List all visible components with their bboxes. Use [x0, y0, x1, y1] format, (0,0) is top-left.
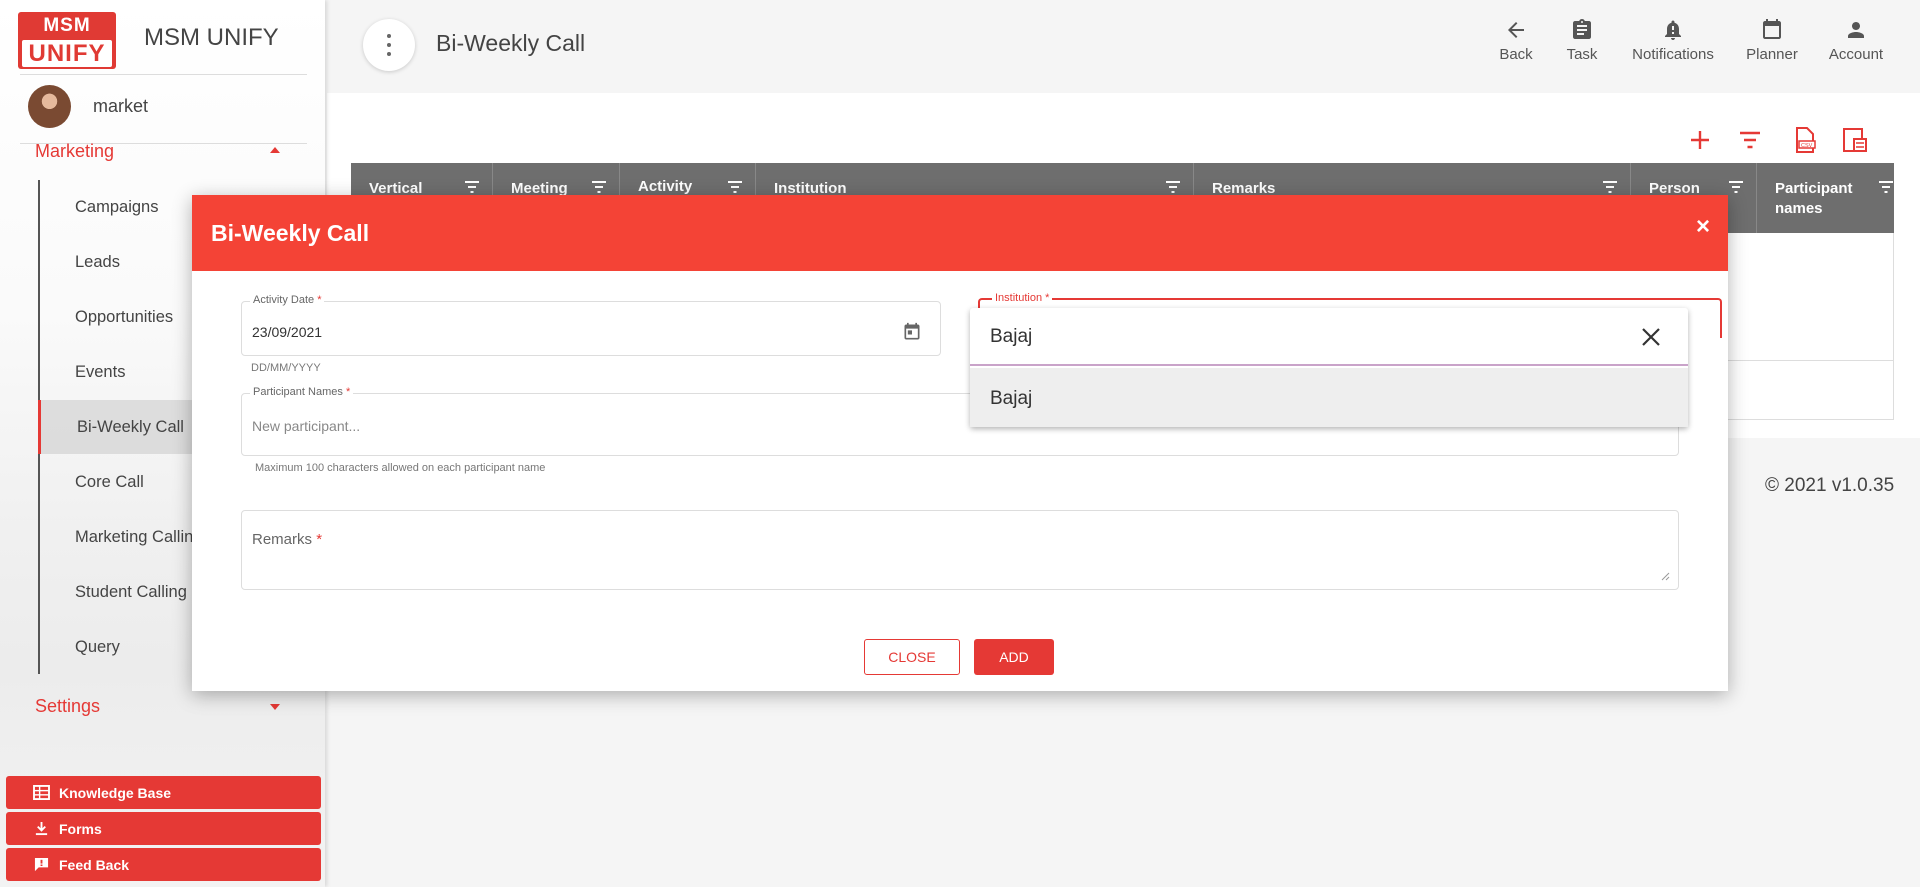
close-icon[interactable]: ×	[1696, 215, 1710, 239]
participant-input[interactable]: New participant...	[252, 418, 360, 434]
institution-search-box	[970, 308, 1688, 366]
institution-search-input[interactable]	[990, 324, 1590, 350]
activity-date-hint: DD/MM/YYYY	[251, 362, 321, 374]
activity-date-value: 23/09/2021	[252, 324, 323, 340]
clear-icon[interactable]	[1640, 326, 1662, 348]
remarks-field[interactable]: Remarks *	[241, 510, 1679, 590]
dropdown-option[interactable]: Bajaj	[970, 368, 1688, 427]
calendar-icon[interactable]	[902, 322, 922, 342]
participant-names-label: Participant Names *	[250, 386, 354, 398]
resize-handle-icon[interactable]	[1660, 571, 1670, 581]
participant-names-hint: Maximum 100 characters allowed on each p…	[255, 462, 546, 474]
bi-weekly-call-dialog: Bi-Weekly Call × Activity Date * 23/09/2…	[192, 195, 1728, 691]
remarks-label: Remarks *	[252, 531, 323, 548]
dropdown-option-label: Bajaj	[990, 388, 1033, 409]
add-button[interactable]: ADD	[974, 639, 1054, 675]
activity-date-field[interactable]: Activity Date * 23/09/2021	[241, 294, 941, 356]
activity-date-label: Activity Date *	[250, 294, 325, 306]
institution-label: Institution *	[992, 292, 1053, 304]
dialog-header: Bi-Weekly Call ×	[192, 195, 1728, 271]
dialog-title: Bi-Weekly Call	[211, 220, 370, 246]
institution-dropdown: Bajaj	[970, 308, 1688, 427]
close-button[interactable]: CLOSE	[864, 639, 960, 675]
